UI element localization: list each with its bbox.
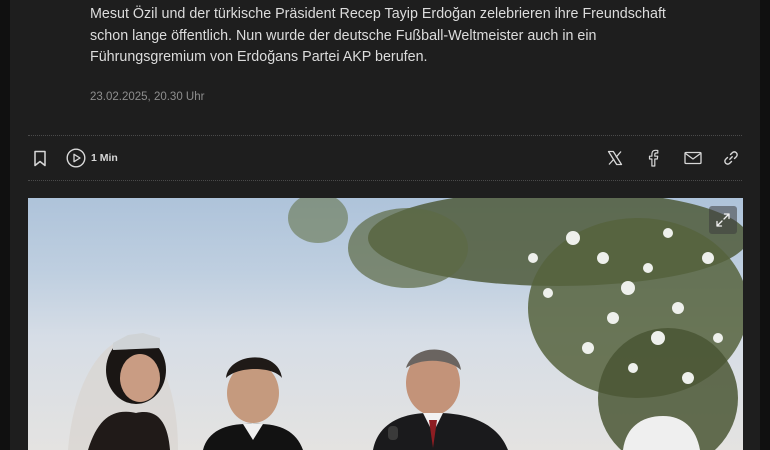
share-facebook-button[interactable]: [642, 140, 664, 176]
groom-figure: [203, 357, 303, 450]
article-toolbar: 1 Min: [28, 140, 742, 176]
share-mail-button[interactable]: [682, 140, 704, 176]
page-margin-left: [0, 0, 10, 450]
divider: [28, 180, 742, 181]
bookmark-button[interactable]: [30, 140, 50, 176]
speaker-figure: [373, 349, 508, 450]
audio-duration: 1 Min: [91, 152, 118, 164]
facebook-icon: [648, 149, 659, 167]
share-x-button[interactable]: [604, 140, 626, 176]
mail-icon: [684, 151, 702, 165]
page-margin-right: [760, 0, 770, 450]
link-icon: [724, 151, 738, 165]
photo-scene: [68, 198, 743, 450]
audio-play-button[interactable]: 1 Min: [66, 140, 136, 176]
copy-link-button[interactable]: [720, 140, 742, 176]
expand-icon: [716, 213, 730, 227]
divider: [28, 135, 742, 136]
article-container: Mesut Özil und der türkische Präsident R…: [10, 0, 760, 450]
article-photo[interactable]: [28, 198, 743, 450]
expand-image-button[interactable]: [709, 206, 737, 234]
article-date: 23.02.2025, 20.30 Uhr: [90, 91, 205, 103]
flower-arch: [288, 198, 743, 450]
play-circle-icon: [66, 148, 86, 168]
bookmark-icon: [34, 150, 46, 166]
x-logo-icon: [607, 150, 623, 166]
bride-figure: [68, 333, 178, 450]
article-teaser: Mesut Özil und der türkische Präsident R…: [90, 6, 666, 65]
